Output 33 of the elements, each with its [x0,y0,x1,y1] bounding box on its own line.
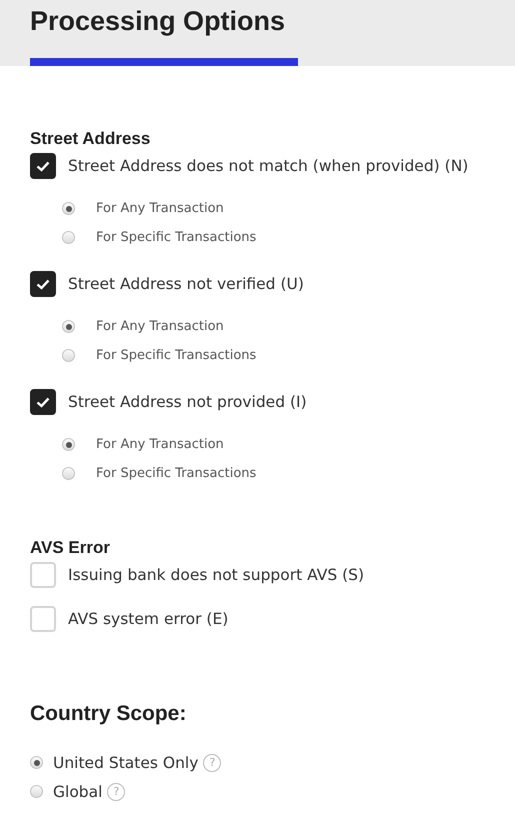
section-heading: Country Scope: [30,702,188,726]
page-title: Processing Options [30,6,286,37]
radio-button[interactable] [62,202,75,215]
radio-button[interactable] [62,231,75,244]
checkmark-icon [36,278,50,290]
checkbox[interactable] [30,271,56,297]
checkbox[interactable] [30,389,56,415]
checkbox-label: Street Address not verified (U) [68,275,304,293]
option-label: For Any Transaction [96,201,224,216]
radio-button[interactable] [62,349,75,362]
help-icon[interactable]: ? [107,782,126,800]
radio-button[interactable] [62,438,75,451]
option-label: For Specific Transactions [96,348,256,363]
radio-button[interactable] [62,467,75,480]
option-label: For Any Transaction [96,319,224,334]
section-heading: AVS Error [30,538,111,558]
option-label: United States Only [53,754,198,772]
checkbox[interactable] [30,153,56,179]
checkbox-label: Issuing bank does not support AVS (S) [68,566,364,584]
checkbox-label: Street Address not provided (I) [68,393,307,411]
option-label: For Specific Transactions [96,466,256,481]
checkmark-icon [36,160,50,172]
section-heading: Street Address [30,129,152,149]
option-label: For Any Transaction [96,437,224,452]
option-label: Global [53,782,102,800]
checkmark-icon [36,396,50,408]
help-icon[interactable]: ? [203,754,222,772]
radio-button[interactable] [30,785,43,798]
radio-button[interactable] [62,320,75,333]
radio-button[interactable] [30,756,43,769]
checkbox-label: Street Address does not match (when provided) (N) [68,157,468,175]
option-label: For Specific Transactions [96,230,256,245]
checkbox-label: AVS system error (E) [68,610,228,628]
